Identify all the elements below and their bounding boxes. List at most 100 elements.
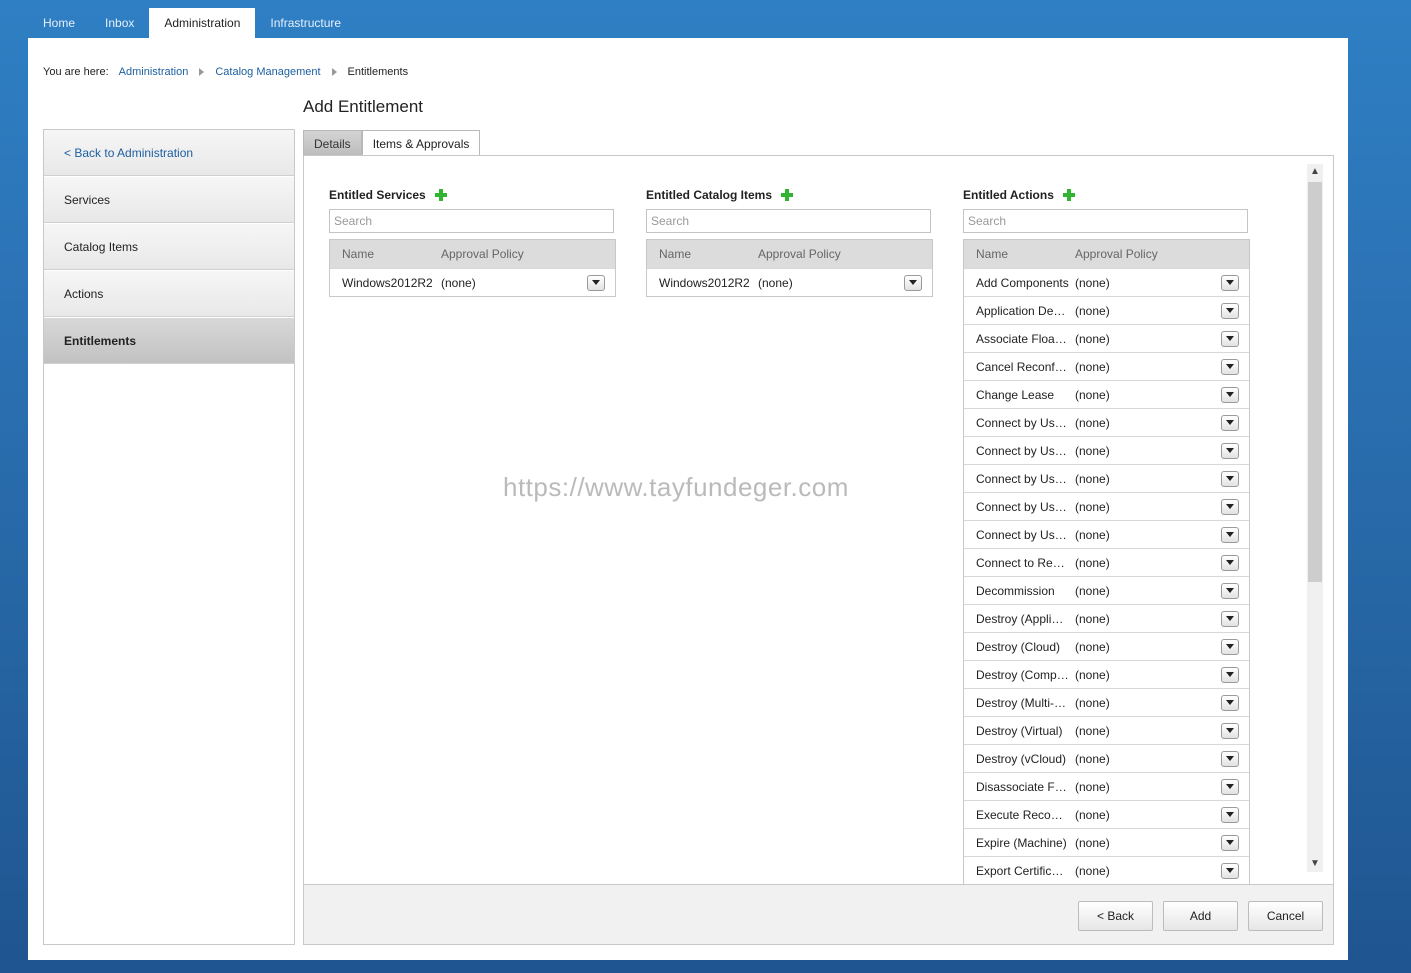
row-name: Add Components [976,275,1069,290]
breadcrumb-administration[interactable]: Administration [119,66,189,78]
column-header-name[interactable]: Name [964,247,1075,261]
table-row[interactable]: Destroy (Virtual) (none) [964,716,1249,744]
policy-dropdown-icon[interactable] [1221,694,1239,711]
column-header-approval-policy[interactable]: Approval Policy [1075,247,1158,261]
table-row[interactable]: Windows2012R2 (none) [647,268,932,296]
sidebar-item-catalog-items[interactable]: Catalog Items [44,224,294,270]
cancel-button[interactable]: Cancel [1248,901,1323,931]
row-name: Connect by Using RDP [976,415,1075,430]
tab-items-approvals[interactable]: Items & Approvals [361,130,481,157]
row-approval-policy: (none) [1075,583,1110,598]
nav-tab-infrastructure[interactable]: Infrastructure [255,8,356,38]
add-action-plus-icon[interactable] [1062,189,1075,201]
row-name: Export Certificates [976,863,1075,878]
sidebar-item-actions[interactable]: Actions [44,271,294,317]
row-name: Execute Reconfigure [976,807,1075,822]
table-row[interactable]: Connect to Remote Console(none) [964,548,1249,576]
column-header-name[interactable]: Name [330,247,441,261]
policy-dropdown-icon[interactable] [1221,638,1239,655]
table-row[interactable]: Change Lease (none) [964,380,1249,408]
row-name: Destroy (Multi-Machine) [976,695,1075,710]
scroll-up-arrow-icon[interactable]: ▲ [1307,164,1323,180]
entitled-catalog-items-column: Entitled Catalog Items Name Approval Pol… [646,187,934,297]
policy-dropdown-icon[interactable] [1221,778,1239,795]
policy-dropdown-icon[interactable] [1221,358,1239,375]
entitled-actions-title: Entitled Actions [963,188,1054,202]
policy-dropdown-icon[interactable] [1221,750,1239,767]
add-button[interactable]: Add [1163,901,1238,931]
table-row[interactable]: Destroy (vCloud) (none) [964,744,1249,772]
row-name: Destroy (Virtual) [976,723,1063,738]
sidebar-item-services[interactable]: Services [44,177,294,223]
entitled-actions-column: Entitled Actions Name Approval Policy Ad… [963,187,1251,884]
policy-dropdown-icon[interactable] [1221,806,1239,823]
add-service-plus-icon[interactable] [434,189,447,201]
table-row[interactable]: Disassociate Floating IP(none) [964,772,1249,800]
policy-dropdown-icon[interactable] [1221,442,1239,459]
row-name: Destroy (Composite) [976,667,1075,682]
policy-dropdown-icon[interactable] [1221,862,1239,879]
table-row[interactable]: Destroy (Composite)(none) [964,660,1249,688]
row-approval-policy: (none) [1075,471,1110,486]
scroll-down-arrow-icon[interactable]: ▼ [1307,856,1323,872]
column-header-approval-policy[interactable]: Approval Policy [758,247,841,261]
table-row[interactable]: Add Components (none) [964,268,1249,296]
policy-dropdown-icon[interactable] [904,274,922,291]
table-row[interactable]: Destroy (Multi-Machine)(none) [964,688,1249,716]
row-approval-policy: (none) [1075,303,1110,318]
table-row[interactable]: Connect by Using RDP(none) [964,408,1249,436]
policy-dropdown-icon[interactable] [1221,666,1239,683]
table-row[interactable]: Decommission (none) [964,576,1249,604]
policy-dropdown-icon[interactable] [1221,498,1239,515]
nav-tab-inbox[interactable]: Inbox [90,8,149,38]
tab-details[interactable]: Details [303,130,362,156]
table-row[interactable]: Application Deployment(none) [964,296,1249,324]
services-search-input[interactable] [329,209,614,233]
table-row[interactable]: Connect by Using ARD(none) [964,492,1249,520]
breadcrumb-catalog-management[interactable]: Catalog Management [215,66,320,78]
actions-search-input[interactable] [963,209,1248,233]
table-row[interactable]: Connect by Using Citrix(none) [964,520,1249,548]
policy-dropdown-icon[interactable] [1221,302,1239,319]
nav-tab-home[interactable]: Home [28,8,90,38]
table-row[interactable]: Windows2012R2 (none) [330,268,615,296]
column-header-approval-policy[interactable]: Approval Policy [441,247,524,261]
row-name: Disassociate Floating IP [976,779,1075,794]
row-approval-policy: (none) [1075,667,1110,682]
policy-dropdown-icon[interactable] [1221,330,1239,347]
policy-dropdown-icon[interactable] [1221,834,1239,851]
policy-dropdown-icon[interactable] [1221,526,1239,543]
row-approval-policy: (none) [1075,415,1110,430]
back-to-administration-link[interactable]: < Back to Administration [44,130,294,176]
table-row[interactable]: Destroy (Application)(none) [964,604,1249,632]
row-approval-policy: (none) [1075,779,1110,794]
catalog-items-search-input[interactable] [646,209,931,233]
scrollbar-thumb[interactable] [1308,182,1322,582]
nav-tab-administration[interactable]: Administration [149,8,256,38]
policy-dropdown-icon[interactable] [1221,386,1239,403]
add-catalog-item-plus-icon[interactable] [781,189,794,201]
table-row[interactable]: Expire (Machine) (none) [964,828,1249,856]
back-button[interactable]: < Back [1078,901,1153,931]
policy-dropdown-icon[interactable] [1221,610,1239,627]
table-row[interactable]: Connect by Using SSH(none) [964,436,1249,464]
top-navigation: Home Inbox Administration Infrastructure [28,8,356,38]
table-row[interactable]: Associate Floating IP(none) [964,324,1249,352]
column-header-name[interactable]: Name [647,247,758,261]
policy-dropdown-icon[interactable] [1221,582,1239,599]
table-row[interactable]: Execute Reconfigure(none) [964,800,1249,828]
vertical-scrollbar[interactable]: ▲ ▼ [1307,164,1323,872]
table-row[interactable]: Cancel Reconfigure (none) [964,352,1249,380]
table-row[interactable]: Destroy (Cloud) (none) [964,632,1249,660]
table-row[interactable]: Connect by Using VNC(none) [964,464,1249,492]
sidebar: < Back to Administration Services Catalo… [43,129,295,945]
policy-dropdown-icon[interactable] [1221,554,1239,571]
policy-dropdown-icon[interactable] [1221,274,1239,291]
policy-dropdown-icon[interactable] [1221,414,1239,431]
grid-header: Name Approval Policy [330,240,615,268]
policy-dropdown-icon[interactable] [1221,722,1239,739]
policy-dropdown-icon[interactable] [587,274,605,291]
policy-dropdown-icon[interactable] [1221,470,1239,487]
table-row[interactable]: Export Certificates (none) [964,856,1249,884]
sidebar-item-entitlements[interactable]: Entitlements [44,318,294,364]
